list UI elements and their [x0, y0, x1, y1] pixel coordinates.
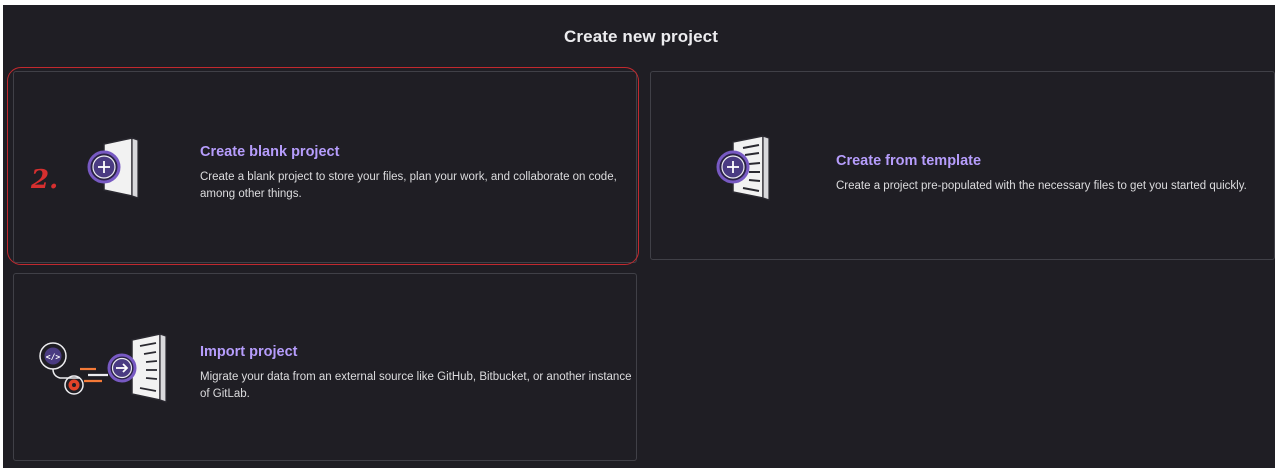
- template-document-plus-icon: [716, 135, 770, 201]
- create-blank-project-card[interactable]: Create blank project Create a blank proj…: [13, 71, 637, 263]
- import-project-card[interactable]: </> Import project Migrate your data fro…: [13, 273, 637, 461]
- import-project-title[interactable]: Import project: [200, 344, 297, 360]
- page-title: Create new project: [564, 27, 718, 46]
- svg-text:</>: </>: [46, 353, 61, 362]
- create-from-template-card[interactable]: Create from template Create a project pr…: [650, 71, 1275, 260]
- import-project-description: Migrate your data from an external sourc…: [200, 371, 632, 400]
- import-arrow-icon: </>: [39, 333, 167, 403]
- create-blank-project-title[interactable]: Create blank project: [200, 144, 339, 160]
- document-plus-icon: [87, 137, 139, 199]
- create-from-template-title[interactable]: Create from template: [836, 153, 981, 169]
- create-project-page: Create new project Create blank project …: [3, 5, 1275, 468]
- create-blank-project-description: Create a blank project to store your fil…: [200, 171, 617, 200]
- create-from-template-description: Create a project pre-populated with the …: [836, 180, 1247, 192]
